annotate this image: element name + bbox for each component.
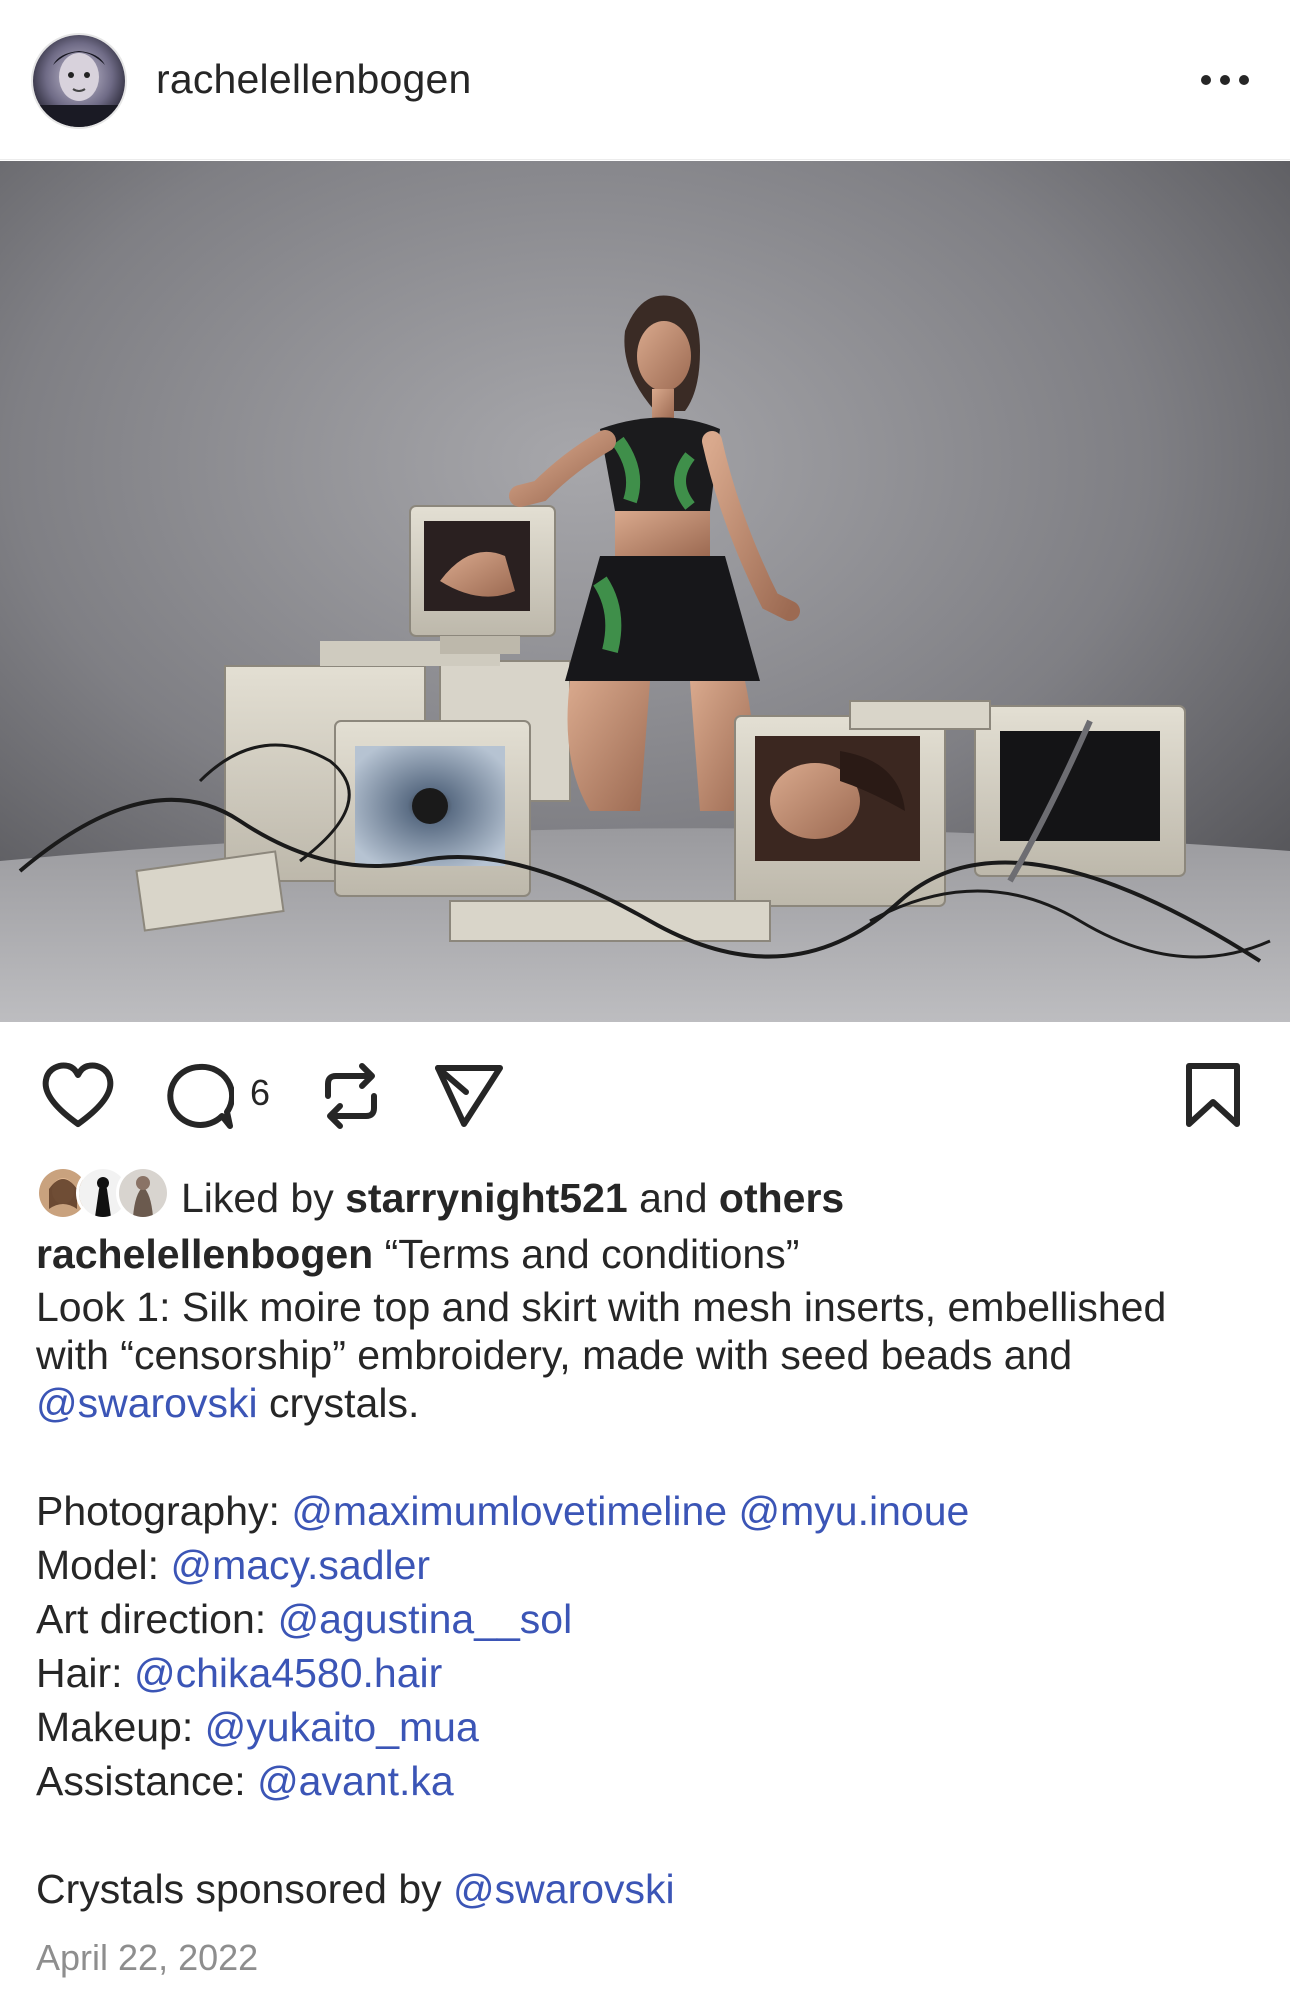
post-photo[interactable] bbox=[0, 161, 1290, 1022]
credit-line: Hair: @chika4580.hair bbox=[36, 1649, 1256, 1697]
credit-label: Model: bbox=[36, 1542, 160, 1588]
sponsor-line: Crystals sponsored by @swarovski bbox=[36, 1865, 1256, 1913]
caption-line: with “censorship” embroidery, made with … bbox=[36, 1332, 1073, 1378]
mention-link[interactable]: @agustina__sol bbox=[278, 1596, 573, 1642]
caption-title-line: rachelellenbogen “Terms and conditions” bbox=[36, 1230, 1256, 1278]
credit-line: Model: @macy.sadler bbox=[36, 1541, 1256, 1589]
mention-link[interactable]: @swarovski bbox=[36, 1380, 258, 1426]
comment-button[interactable] bbox=[164, 1062, 236, 1137]
caption-line: Look 1: Silk moire top and skirt with me… bbox=[36, 1284, 1167, 1330]
credit-line: Makeup: @yukaito_mua bbox=[36, 1703, 1256, 1751]
send-icon bbox=[435, 1065, 503, 1127]
comment-icon bbox=[167, 1063, 236, 1129]
credit-line: Photography: @maximumlovetimeline @myu.i… bbox=[36, 1487, 1256, 1535]
more-options-button[interactable] bbox=[1190, 64, 1260, 96]
credit-label: Makeup: bbox=[36, 1704, 194, 1750]
credit-label: Art direction: bbox=[36, 1596, 267, 1642]
liked-by-prefix: Liked by bbox=[181, 1175, 334, 1221]
mention-link[interactable]: @maximumlovetimeline bbox=[291, 1488, 727, 1534]
caption-username[interactable]: rachelellenbogen bbox=[36, 1231, 373, 1277]
sponsor-text: Crystals sponsored by bbox=[36, 1866, 442, 1912]
liked-by-text: Liked by starrynight521 and others bbox=[181, 1175, 844, 1222]
credit-line: Assistance: @avant.ka bbox=[36, 1757, 1256, 1805]
caption-title: “Terms and conditions” bbox=[384, 1231, 800, 1277]
mention-link[interactable]: @myu.inoue bbox=[739, 1488, 970, 1534]
comment-count: 6 bbox=[250, 1072, 271, 1113]
mention-link[interactable]: @chika4580.hair bbox=[134, 1650, 442, 1696]
credit-label: Hair: bbox=[36, 1650, 123, 1696]
liked-by-user[interactable]: starrynight521 bbox=[345, 1175, 628, 1221]
post-caption: rachelellenbogen “Terms and conditions” … bbox=[36, 1230, 1256, 1913]
repost-icon bbox=[325, 1063, 377, 1129]
caption-text: crystals. bbox=[269, 1380, 420, 1426]
mention-link[interactable]: @yukaito_mua bbox=[205, 1704, 479, 1750]
caption-line: @swarovski crystals. bbox=[36, 1379, 1256, 1427]
profile-avatar[interactable] bbox=[31, 33, 127, 129]
mention-link[interactable]: @avant.ka bbox=[257, 1758, 454, 1804]
credit-line: Art direction: @agustina__sol bbox=[36, 1595, 1256, 1643]
liked-by-others[interactable]: others bbox=[719, 1175, 844, 1221]
post-date: April 22, 2022 bbox=[36, 1937, 259, 1978]
liked-by-middle: and bbox=[639, 1175, 708, 1221]
more-horizontal-icon bbox=[1201, 75, 1249, 85]
heart-icon bbox=[42, 1062, 114, 1127]
mention-link[interactable]: @swarovski bbox=[453, 1866, 675, 1912]
bookmark-icon bbox=[1186, 1063, 1240, 1127]
save-button[interactable] bbox=[1183, 1062, 1243, 1135]
share-button[interactable] bbox=[434, 1062, 504, 1133]
mention-link[interactable]: @macy.sadler bbox=[170, 1542, 430, 1588]
credit-label: Photography: bbox=[36, 1488, 280, 1534]
liked-avatar bbox=[116, 1166, 170, 1220]
credit-label: Assistance: bbox=[36, 1758, 246, 1804]
post-username[interactable]: rachelellenbogen bbox=[156, 56, 472, 103]
repost-button[interactable] bbox=[318, 1060, 384, 1137]
post-header: rachelellenbogen bbox=[0, 0, 1290, 160]
like-button[interactable] bbox=[40, 1060, 116, 1135]
